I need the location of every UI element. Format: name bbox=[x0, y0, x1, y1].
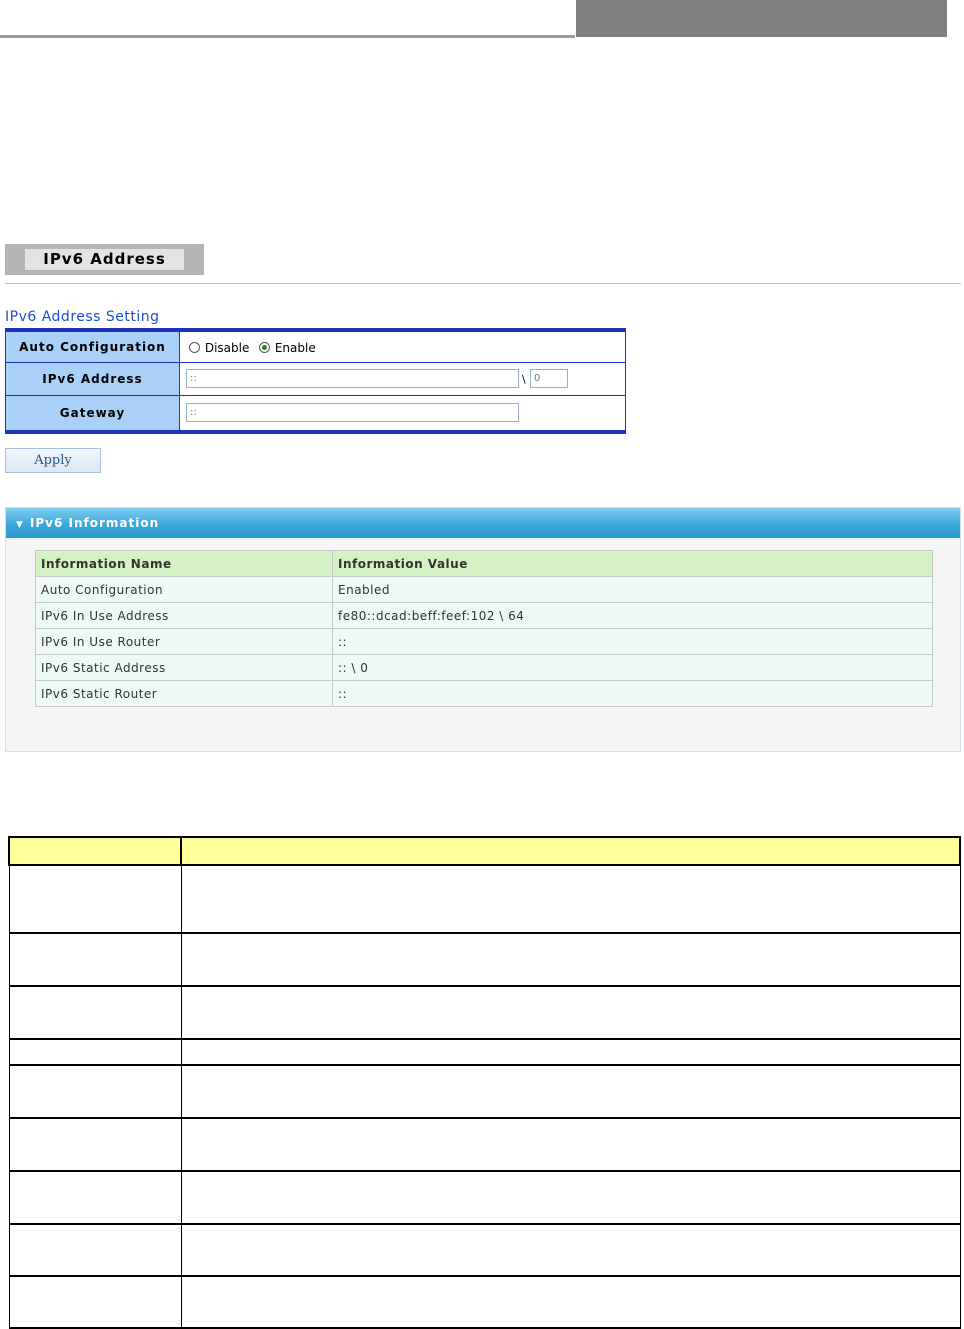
prefix-separator: \ bbox=[522, 373, 526, 386]
description-object bbox=[8, 1117, 182, 1172]
info-name: IPv6 In Use Address bbox=[35, 602, 333, 629]
description-table bbox=[8, 836, 961, 1329]
description-text bbox=[180, 1223, 961, 1277]
info-value: :: \ 0 bbox=[332, 654, 933, 681]
table-row bbox=[8, 985, 961, 1040]
table-row bbox=[8, 1170, 961, 1225]
table-row: IPv6 Static Router :: bbox=[35, 680, 933, 707]
info-value: :: bbox=[332, 628, 933, 655]
gateway-input[interactable] bbox=[186, 403, 519, 422]
description-text bbox=[180, 985, 961, 1040]
section-tab-title: IPv6 Address bbox=[25, 249, 184, 270]
info-value: Enabled bbox=[332, 576, 933, 603]
info-name: IPv6 Static Router bbox=[35, 680, 333, 707]
description-text bbox=[180, 1170, 961, 1225]
description-object bbox=[8, 985, 182, 1040]
description-text bbox=[180, 1064, 961, 1119]
table-row bbox=[8, 1275, 961, 1329]
info-table: Information Name Information Value Auto … bbox=[35, 550, 933, 707]
table-row bbox=[8, 1223, 961, 1277]
description-object bbox=[8, 932, 182, 987]
table-row: IPv6 In Use Router :: bbox=[35, 628, 933, 655]
description-header-object bbox=[8, 836, 182, 866]
description-object bbox=[8, 1223, 182, 1277]
radio-enable-label: Enable bbox=[274, 341, 316, 355]
gateway-label: Gateway bbox=[6, 396, 180, 430]
description-object bbox=[8, 1038, 182, 1066]
gateway-field bbox=[181, 396, 625, 430]
info-value: :: bbox=[332, 680, 933, 707]
setting-title: IPv6 Address Setting bbox=[5, 309, 160, 325]
auto-config-label: Auto Configuration bbox=[6, 332, 180, 362]
header-block bbox=[576, 0, 947, 37]
gateway-row: Gateway bbox=[6, 396, 625, 430]
collapse-arrow-icon[interactable]: ▼ bbox=[16, 510, 24, 540]
description-text bbox=[180, 1275, 961, 1329]
table-row bbox=[8, 1038, 961, 1066]
table-row: IPv6 Static Address :: \ 0 bbox=[35, 654, 933, 681]
table-row: Auto Configuration Enabled bbox=[35, 576, 933, 603]
info-value: fe80::dcad:beff:feef:102 \ 64 bbox=[332, 602, 933, 629]
description-text bbox=[180, 1117, 961, 1172]
table-row: IPv6 In Use Address fe80::dcad:beff:feef… bbox=[35, 602, 933, 629]
description-header bbox=[8, 836, 961, 866]
ipv6-address-input[interactable] bbox=[186, 369, 519, 388]
description-text bbox=[180, 932, 961, 987]
table-row bbox=[8, 932, 961, 987]
info-col-value: Information Value bbox=[332, 550, 933, 577]
setting-form: Auto Configuration Disable Enable IPv6 A… bbox=[5, 328, 626, 434]
description-object bbox=[8, 864, 182, 934]
table-row bbox=[8, 1064, 961, 1119]
radio-disable-label: Disable bbox=[204, 341, 250, 355]
info-name: IPv6 Static Address bbox=[35, 654, 333, 681]
description-object bbox=[8, 1275, 182, 1329]
radio-disable[interactable]: Disable bbox=[189, 341, 249, 355]
section-divider bbox=[5, 283, 961, 284]
description-header-desc bbox=[180, 836, 961, 866]
description-object bbox=[8, 1170, 182, 1225]
radio-disable-icon[interactable] bbox=[189, 342, 200, 353]
header-rule bbox=[0, 35, 575, 38]
radio-enable-icon[interactable] bbox=[259, 342, 270, 353]
ipv6-address-label: IPv6 Address bbox=[6, 363, 180, 395]
info-table-header: Information Name Information Value bbox=[35, 550, 933, 577]
auto-config-row: Auto Configuration Disable Enable bbox=[6, 332, 625, 363]
info-name: IPv6 In Use Router bbox=[35, 628, 333, 655]
ipv6-address-row: IPv6 Address \ bbox=[6, 363, 625, 396]
ipv6-prefix-input[interactable] bbox=[530, 369, 568, 388]
description-object bbox=[8, 1064, 182, 1119]
auto-config-options: Disable Enable bbox=[181, 332, 625, 362]
ipv6-address-fields: \ bbox=[181, 363, 625, 395]
table-row bbox=[8, 1117, 961, 1172]
radio-enable[interactable]: Enable bbox=[259, 341, 316, 355]
info-name: Auto Configuration bbox=[35, 576, 333, 603]
description-text bbox=[180, 1038, 961, 1066]
apply-button[interactable]: Apply bbox=[5, 448, 101, 473]
info-panel-header[interactable]: ▼ IPv6 Information bbox=[6, 508, 960, 538]
info-panel: ▼ IPv6 Information Information Name Infor… bbox=[5, 507, 961, 752]
info-col-name: Information Name bbox=[35, 550, 333, 577]
description-text bbox=[180, 864, 961, 934]
table-row bbox=[8, 864, 961, 934]
info-panel-title: IPv6 Information bbox=[29, 516, 160, 530]
